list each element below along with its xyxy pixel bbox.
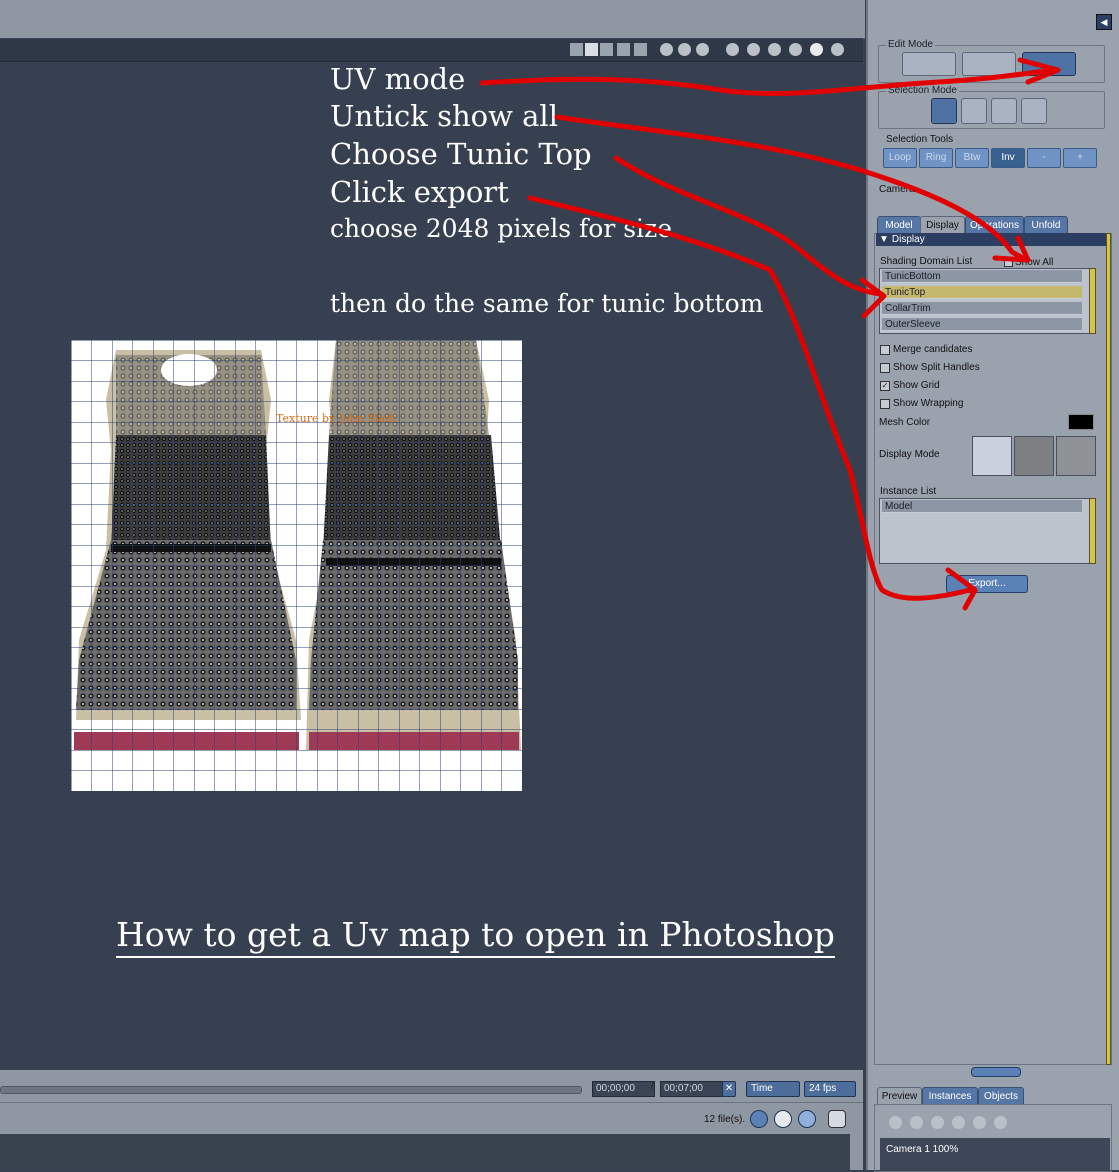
arrowhead-export [945,567,978,611]
arrowhead-tunic-top [859,277,887,319]
arrow-uv-mode [479,67,1058,97]
arrow-export [527,195,973,601]
arrow-show-all [554,114,1029,263]
annotation-arrows [479,57,1061,611]
arrow-tunic-top [613,155,883,297]
